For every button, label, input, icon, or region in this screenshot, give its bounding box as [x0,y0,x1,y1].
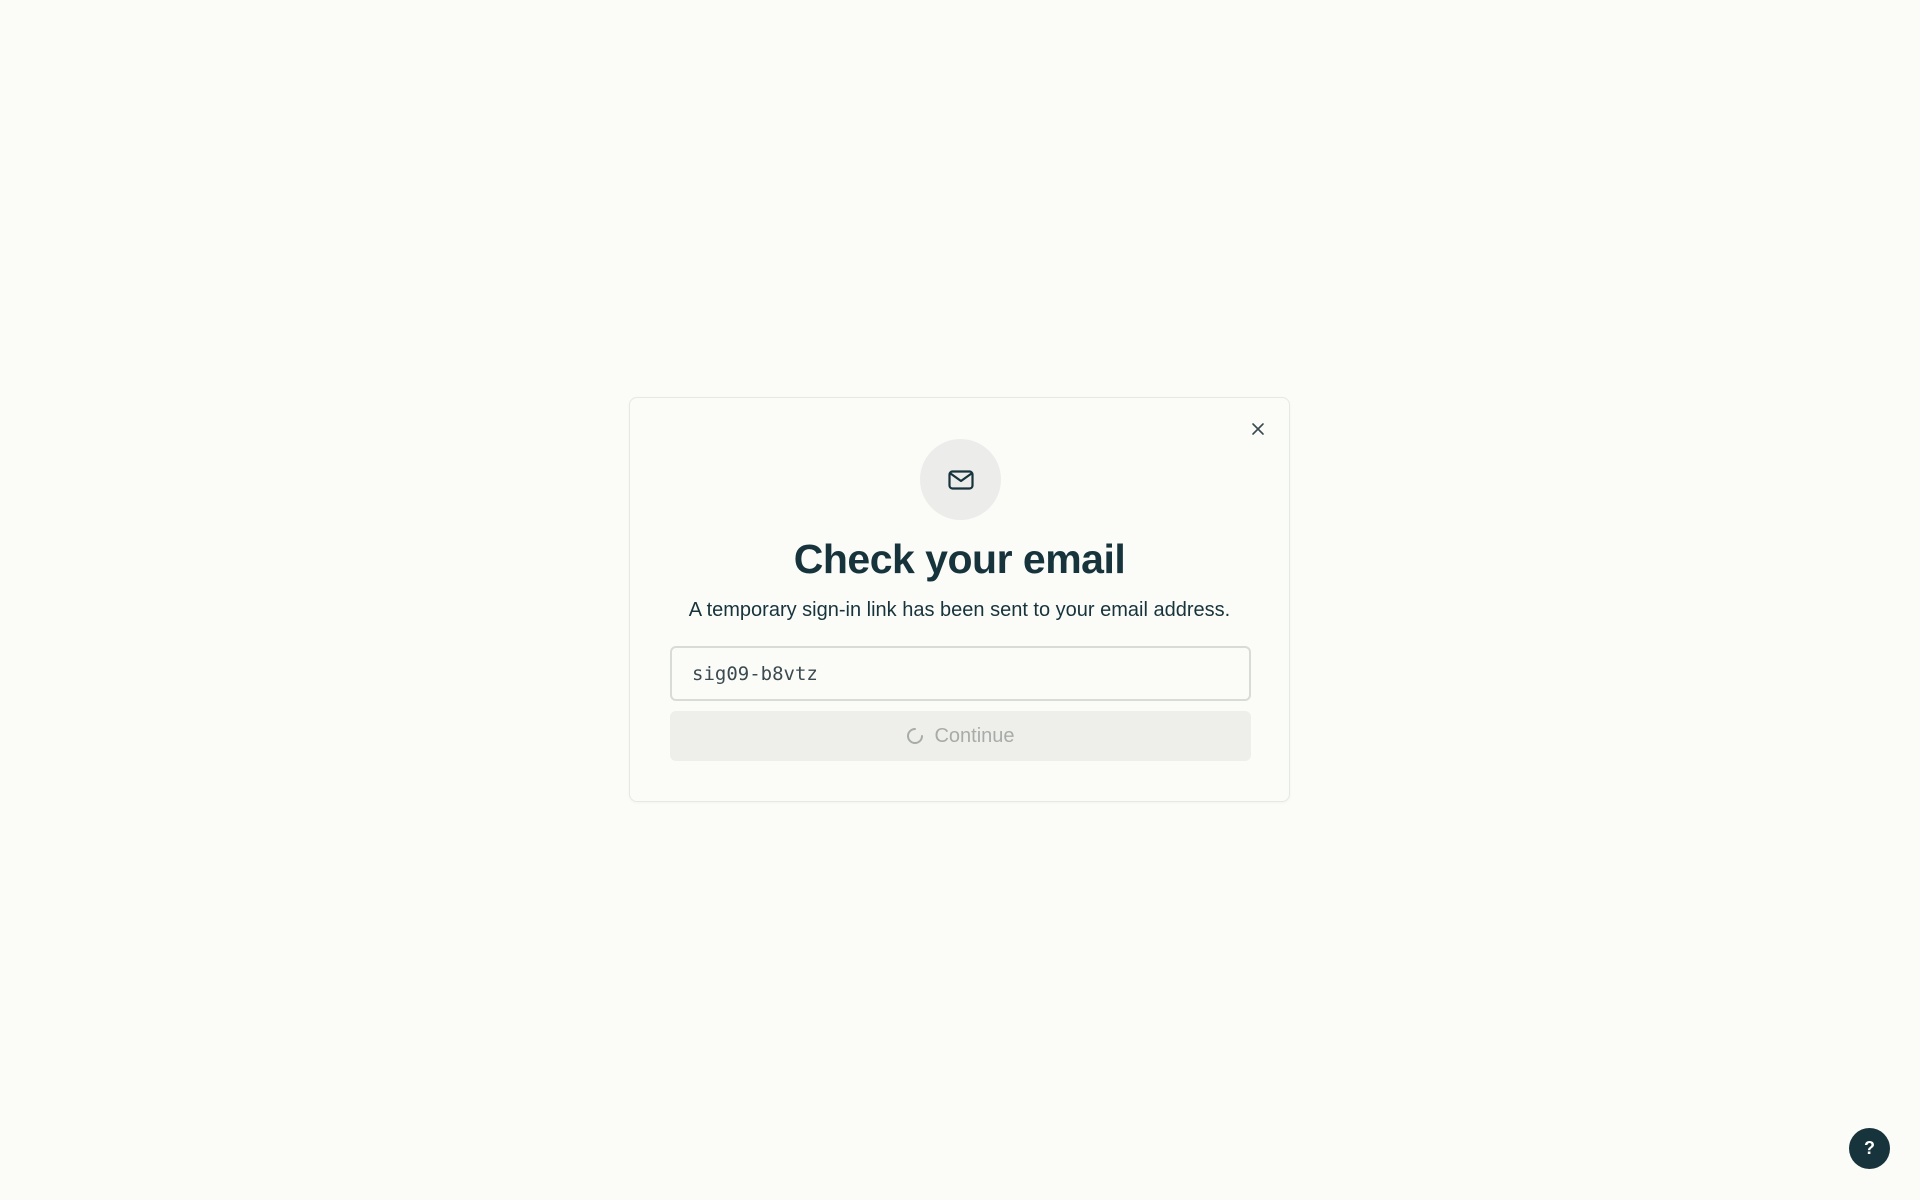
page: Check your email A temporary sign-in lin… [0,0,1920,1200]
check-email-dialog: Check your email A temporary sign-in lin… [629,397,1290,802]
verification-code-input[interactable] [670,646,1251,701]
help-button[interactable]: ? [1849,1128,1890,1169]
help-label: ? [1864,1138,1875,1158]
mail-icon [947,469,974,490]
mail-icon-badge [920,439,1001,520]
continue-button[interactable]: Continue [670,711,1251,761]
close-button[interactable] [1245,416,1271,442]
dialog-subtitle: A temporary sign-in link has been sent t… [688,599,1231,621]
close-icon [1252,423,1264,435]
dialog-title: Check your email [793,536,1126,582]
continue-label: Continue [934,724,1015,747]
spinner-icon [907,728,924,744]
